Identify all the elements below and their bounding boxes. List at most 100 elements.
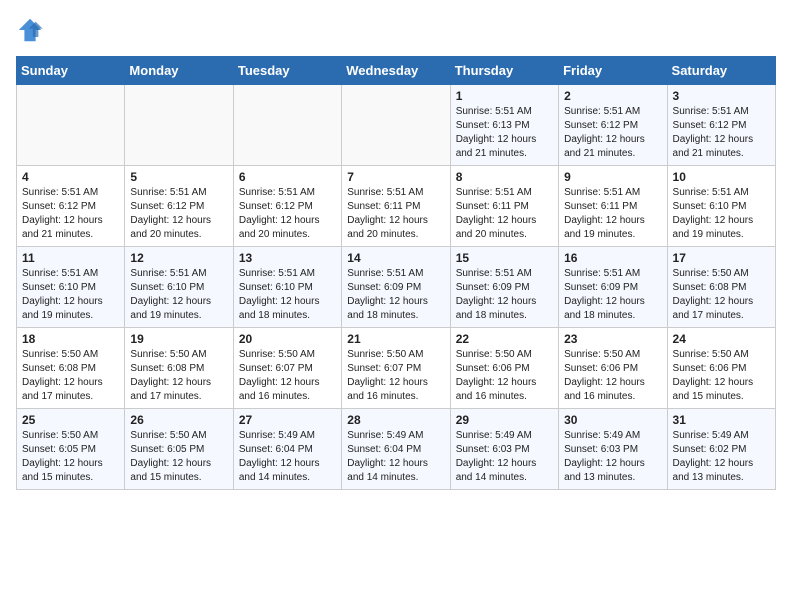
calendar-cell: 24 Sunrise: 5:50 AM Sunset: 6:06 PM Dayli… bbox=[667, 328, 775, 409]
week-row-2: 4 Sunrise: 5:51 AM Sunset: 6:12 PM Daylig… bbox=[17, 166, 776, 247]
day-info: Sunrise: 5:49 AM Sunset: 6:03 PM Dayligh… bbox=[564, 429, 661, 485]
day-info: Sunrise: 5:51 AM Sunset: 6:11 PM Dayligh… bbox=[564, 186, 661, 242]
day-info: Sunrise: 5:51 AM Sunset: 6:12 PM Dayligh… bbox=[564, 105, 661, 161]
day-number: 10 bbox=[673, 170, 770, 184]
calendar-cell bbox=[342, 85, 450, 166]
day-info: Sunrise: 5:51 AM Sunset: 6:12 PM Dayligh… bbox=[22, 186, 119, 242]
day-number: 7 bbox=[347, 170, 444, 184]
calendar-cell: 10 Sunrise: 5:51 AM Sunset: 6:10 PM Dayli… bbox=[667, 166, 775, 247]
calendar-cell bbox=[125, 85, 233, 166]
day-number: 17 bbox=[673, 251, 770, 265]
day-info: Sunrise: 5:51 AM Sunset: 6:10 PM Dayligh… bbox=[239, 267, 336, 323]
day-number: 29 bbox=[456, 413, 553, 427]
day-of-week-friday: Friday bbox=[559, 57, 667, 85]
day-number: 20 bbox=[239, 332, 336, 346]
day-info: Sunrise: 5:51 AM Sunset: 6:10 PM Dayligh… bbox=[130, 267, 227, 323]
day-info: Sunrise: 5:51 AM Sunset: 6:11 PM Dayligh… bbox=[347, 186, 444, 242]
calendar-cell: 2 Sunrise: 5:51 AM Sunset: 6:12 PM Daylig… bbox=[559, 85, 667, 166]
day-number: 8 bbox=[456, 170, 553, 184]
day-number: 3 bbox=[673, 89, 770, 103]
day-info: Sunrise: 5:51 AM Sunset: 6:12 PM Dayligh… bbox=[130, 186, 227, 242]
calendar-cell: 1Sunrise: 5:51 AM Sunset: 6:13 PM Daylig… bbox=[450, 85, 558, 166]
days-of-week-row: SundayMondayTuesdayWednesdayThursdayFrid… bbox=[17, 57, 776, 85]
calendar-cell: 12 Sunrise: 5:51 AM Sunset: 6:10 PM Dayli… bbox=[125, 247, 233, 328]
calendar-cell: 14 Sunrise: 5:51 AM Sunset: 6:09 PM Dayli… bbox=[342, 247, 450, 328]
calendar-cell: 26Sunrise: 5:50 AM Sunset: 6:05 PM Dayli… bbox=[125, 409, 233, 490]
day-number: 9 bbox=[564, 170, 661, 184]
day-info: Sunrise: 5:51 AM Sunset: 6:10 PM Dayligh… bbox=[673, 186, 770, 242]
day-info: Sunrise: 5:50 AM Sunset: 6:06 PM Dayligh… bbox=[564, 348, 661, 404]
week-row-3: 11 Sunrise: 5:51 AM Sunset: 6:10 PM Dayli… bbox=[17, 247, 776, 328]
day-info: Sunrise: 5:50 AM Sunset: 6:08 PM Dayligh… bbox=[130, 348, 227, 404]
day-number: 13 bbox=[239, 251, 336, 265]
day-of-week-monday: Monday bbox=[125, 57, 233, 85]
day-info: Sunrise: 5:50 AM Sunset: 6:08 PM Dayligh… bbox=[22, 348, 119, 404]
day-info: Sunrise: 5:50 AM Sunset: 6:08 PM Dayligh… bbox=[673, 267, 770, 323]
day-info: Sunrise: 5:50 AM Sunset: 6:07 PM Dayligh… bbox=[347, 348, 444, 404]
day-number: 30 bbox=[564, 413, 661, 427]
day-number: 25 bbox=[22, 413, 119, 427]
day-number: 31 bbox=[673, 413, 770, 427]
day-info: Sunrise: 5:51 AM Sunset: 6:11 PM Dayligh… bbox=[456, 186, 553, 242]
calendar-cell: 9 Sunrise: 5:51 AM Sunset: 6:11 PM Daylig… bbox=[559, 166, 667, 247]
day-number: 14 bbox=[347, 251, 444, 265]
calendar-cell: 4 Sunrise: 5:51 AM Sunset: 6:12 PM Daylig… bbox=[17, 166, 125, 247]
calendar-cell bbox=[233, 85, 341, 166]
calendar-cell: 30 Sunrise: 5:49 AM Sunset: 6:03 PM Dayli… bbox=[559, 409, 667, 490]
day-info: Sunrise: 5:51 AM Sunset: 6:09 PM Dayligh… bbox=[456, 267, 553, 323]
day-info: Sunrise: 5:51 AM Sunset: 6:09 PM Dayligh… bbox=[564, 267, 661, 323]
calendar-cell: 25 Sunrise: 5:50 AM Sunset: 6:05 PM Dayli… bbox=[17, 409, 125, 490]
calendar-cell: 29 Sunrise: 5:49 AM Sunset: 6:03 PM Dayli… bbox=[450, 409, 558, 490]
day-info: Sunrise: 5:50 AM Sunset: 6:05 PM Dayligh… bbox=[22, 429, 119, 485]
week-row-4: 18Sunrise: 5:50 AM Sunset: 6:08 PM Dayli… bbox=[17, 328, 776, 409]
calendar-cell: 3 Sunrise: 5:51 AM Sunset: 6:12 PM Daylig… bbox=[667, 85, 775, 166]
day-info: Sunrise: 5:50 AM Sunset: 6:06 PM Dayligh… bbox=[456, 348, 553, 404]
day-number: 24 bbox=[673, 332, 770, 346]
day-number: 4 bbox=[22, 170, 119, 184]
day-info: Sunrise: 5:51 AM Sunset: 6:10 PM Dayligh… bbox=[22, 267, 119, 323]
day-number: 28 bbox=[347, 413, 444, 427]
day-info: Sunrise: 5:51 AM Sunset: 6:09 PM Dayligh… bbox=[347, 267, 444, 323]
day-info: Sunrise: 5:50 AM Sunset: 6:06 PM Dayligh… bbox=[673, 348, 770, 404]
calendar-cell: 21 Sunrise: 5:50 AM Sunset: 6:07 PM Dayli… bbox=[342, 328, 450, 409]
day-info: Sunrise: 5:51 AM Sunset: 6:13 PM Dayligh… bbox=[456, 105, 553, 161]
day-info: Sunrise: 5:50 AM Sunset: 6:07 PM Dayligh… bbox=[239, 348, 336, 404]
calendar-cell: 19 Sunrise: 5:50 AM Sunset: 6:08 PM Dayli… bbox=[125, 328, 233, 409]
day-number: 2 bbox=[564, 89, 661, 103]
calendar-cell bbox=[17, 85, 125, 166]
day-info: Sunrise: 5:49 AM Sunset: 6:02 PM Dayligh… bbox=[673, 429, 770, 485]
day-of-week-sunday: Sunday bbox=[17, 57, 125, 85]
calendar-cell: 5Sunrise: 5:51 AM Sunset: 6:12 PM Daylig… bbox=[125, 166, 233, 247]
calendar-cell: 15Sunrise: 5:51 AM Sunset: 6:09 PM Dayli… bbox=[450, 247, 558, 328]
calendar-cell: 23 Sunrise: 5:50 AM Sunset: 6:06 PM Dayli… bbox=[559, 328, 667, 409]
calendar-cell: 28Sunrise: 5:49 AM Sunset: 6:04 PM Dayli… bbox=[342, 409, 450, 490]
calendar-cell: 13 Sunrise: 5:51 AM Sunset: 6:10 PM Dayli… bbox=[233, 247, 341, 328]
calendar-cell: 22 Sunrise: 5:50 AM Sunset: 6:06 PM Dayli… bbox=[450, 328, 558, 409]
day-number: 6 bbox=[239, 170, 336, 184]
day-number: 11 bbox=[22, 251, 119, 265]
logo-icon bbox=[16, 16, 44, 44]
day-info: Sunrise: 5:51 AM Sunset: 6:12 PM Dayligh… bbox=[673, 105, 770, 161]
calendar-cell: 27 Sunrise: 5:49 AM Sunset: 6:04 PM Dayli… bbox=[233, 409, 341, 490]
day-info: Sunrise: 5:49 AM Sunset: 6:04 PM Dayligh… bbox=[239, 429, 336, 485]
calendar-table: SundayMondayTuesdayWednesdayThursdayFrid… bbox=[16, 56, 776, 490]
day-info: Sunrise: 5:51 AM Sunset: 6:12 PM Dayligh… bbox=[239, 186, 336, 242]
day-of-week-thursday: Thursday bbox=[450, 57, 558, 85]
calendar-cell: 17 Sunrise: 5:50 AM Sunset: 6:08 PM Dayli… bbox=[667, 247, 775, 328]
logo bbox=[16, 16, 48, 44]
day-number: 12 bbox=[130, 251, 227, 265]
day-number: 23 bbox=[564, 332, 661, 346]
calendar-header: SundayMondayTuesdayWednesdayThursdayFrid… bbox=[17, 57, 776, 85]
day-number: 16 bbox=[564, 251, 661, 265]
calendar-cell: 8 Sunrise: 5:51 AM Sunset: 6:11 PM Daylig… bbox=[450, 166, 558, 247]
calendar-cell: 16 Sunrise: 5:51 AM Sunset: 6:09 PM Dayli… bbox=[559, 247, 667, 328]
day-number: 26 bbox=[130, 413, 227, 427]
day-number: 22 bbox=[456, 332, 553, 346]
day-number: 21 bbox=[347, 332, 444, 346]
calendar-cell: 6 Sunrise: 5:51 AM Sunset: 6:12 PM Daylig… bbox=[233, 166, 341, 247]
day-of-week-wednesday: Wednesday bbox=[342, 57, 450, 85]
calendar-cell: 11 Sunrise: 5:51 AM Sunset: 6:10 PM Dayli… bbox=[17, 247, 125, 328]
day-number: 19 bbox=[130, 332, 227, 346]
day-number: 27 bbox=[239, 413, 336, 427]
day-info: Sunrise: 5:49 AM Sunset: 6:03 PM Dayligh… bbox=[456, 429, 553, 485]
